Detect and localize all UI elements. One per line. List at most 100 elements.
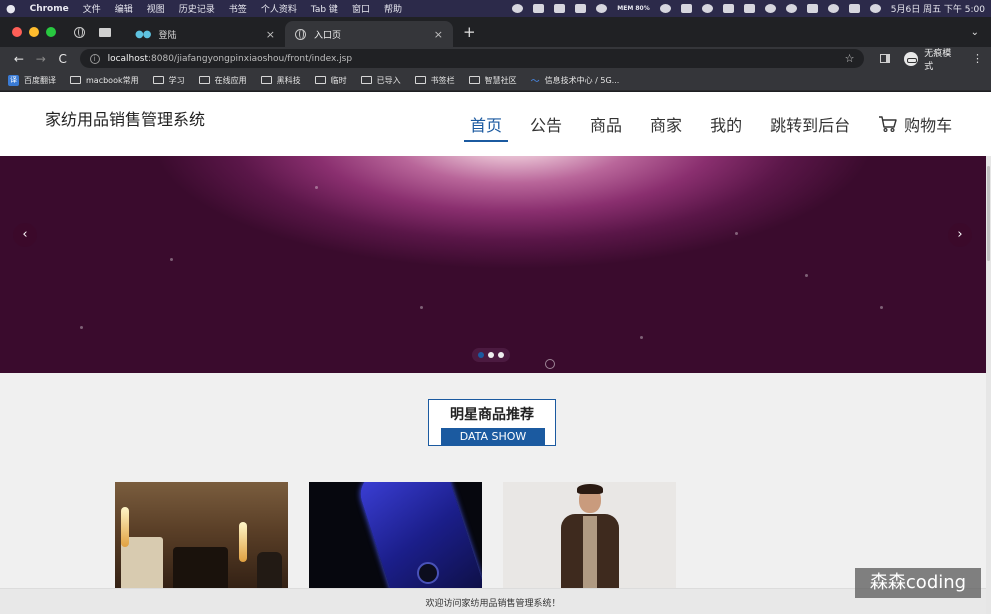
pinned-tab-globe-icon[interactable] <box>74 26 85 38</box>
cart-link[interactable]: 购物车 <box>878 112 952 136</box>
tab-search-chevron-icon[interactable]: ⌄ <box>971 27 979 38</box>
nav-admin[interactable]: 跳转到后台 <box>770 112 850 136</box>
bookmark-it-center[interactable]: 〜信息技术中心 / 5G... <box>531 74 620 87</box>
tab-close-icon[interactable]: × <box>434 28 443 41</box>
five-icon[interactable] <box>806 4 818 13</box>
page-scrollbar[interactable] <box>986 156 991 614</box>
site-header: 家纺用品销售管理系统 首页 公告 商品 商家 我的 跳转到后台 购物车 <box>0 92 991 156</box>
bookmark-imported[interactable]: 已导入 <box>360 75 401 86</box>
bell-icon[interactable] <box>596 4 608 13</box>
bookmark-study[interactable]: 学习 <box>152 75 185 86</box>
apple-icon[interactable]: ● <box>6 2 16 15</box>
menu-edit[interactable]: 编辑 <box>115 2 133 15</box>
bookmark-label: 临时 <box>330 75 347 85</box>
grid-icon[interactable] <box>554 4 566 13</box>
incognito-profile[interactable]: 无痕模式 <box>904 46 960 72</box>
pinned-tab-window-icon[interactable] <box>99 27 111 37</box>
record-icon[interactable] <box>512 4 524 13</box>
siri-icon[interactable] <box>869 4 881 13</box>
bookmark-label: macbook常用 <box>86 75 139 85</box>
nav-merchants[interactable]: 商家 <box>650 112 682 136</box>
carousel-dot-1[interactable] <box>478 352 484 358</box>
carousel-next-button[interactable]: › <box>948 223 972 247</box>
carousel-dot-2[interactable] <box>488 352 494 358</box>
tab-login[interactable]: ●● 登陆 × <box>125 21 285 47</box>
back-button[interactable]: ← <box>8 52 30 66</box>
menu-help[interactable]: 帮助 <box>384 2 402 15</box>
product-card-menswear[interactable] <box>503 482 676 602</box>
footer-welcome: 欢迎访问家纺用品销售管理系统！ <box>0 588 986 614</box>
product-photo-part <box>354 482 482 602</box>
folder-icon <box>152 76 164 84</box>
tab-close-icon[interactable]: × <box>266 28 275 41</box>
incognito-icon <box>904 51 919 66</box>
product-photo-part <box>417 562 439 584</box>
product-photo-part <box>583 516 597 596</box>
carousel-prev-button[interactable]: ‹ <box>13 223 37 247</box>
menu-profiles[interactable]: 个人资料 <box>261 2 297 15</box>
bookmark-baidu-translate[interactable]: 译百度翻译 <box>8 74 56 86</box>
bookmark-label: 百度翻译 <box>24 75 56 85</box>
folder-icon <box>414 76 426 84</box>
star-speck <box>880 306 883 309</box>
link-icon: 〜 <box>530 76 540 87</box>
window-icon[interactable] <box>680 4 692 13</box>
menubar-clock[interactable]: 5月6日 周五 下午 5:00 <box>891 2 985 15</box>
wifi-icon[interactable] <box>764 4 776 13</box>
status-area: MEM 80% 5月6日 周五 下午 5:00 <box>512 2 985 15</box>
bookmark-smart-community[interactable]: 智慧社区 <box>468 75 517 86</box>
product-card-smartphone[interactable] <box>309 482 482 602</box>
nav-announcements[interactable]: 公告 <box>530 112 562 136</box>
zoom-window-button[interactable] <box>46 27 56 37</box>
w-icon[interactable] <box>575 4 587 13</box>
scrollbar-thumb[interactable] <box>987 166 990 261</box>
menu-history[interactable]: 历史记录 <box>179 2 215 15</box>
bookmark-bar-folder[interactable]: 书签栏 <box>414 75 455 86</box>
menu-tab[interactable]: Tab 键 <box>311 2 338 15</box>
product-card-home-decor[interactable] <box>115 482 288 602</box>
minimize-window-button[interactable] <box>29 27 39 37</box>
site-info-icon[interactable]: i <box>89 53 100 64</box>
section-title-en: DATA SHOW <box>441 428 545 445</box>
menu-app-name[interactable]: Chrome <box>30 4 69 14</box>
browser-menu-icon[interactable]: ⋮ <box>972 52 983 65</box>
new-tab-button[interactable]: + <box>463 23 476 41</box>
address-bar[interactable]: i localhost :8080/jiafangyongpinxiaoshou… <box>79 49 865 68</box>
clipboard-icon[interactable] <box>533 4 545 13</box>
nav-mine[interactable]: 我的 <box>710 112 742 136</box>
bubble-decoration <box>545 359 555 369</box>
star-speck <box>735 232 738 235</box>
menu-window[interactable]: 窗口 <box>352 2 370 15</box>
close-window-button[interactable] <box>12 27 22 37</box>
menu-view[interactable]: 视图 <box>147 2 165 15</box>
user-icon[interactable] <box>785 4 797 13</box>
hero-carousel: ‹ › <box>0 156 986 373</box>
bookmark-macbook[interactable]: macbook常用 <box>70 75 139 86</box>
menu-bookmarks[interactable]: 书签 <box>229 2 247 15</box>
pinned-tabs <box>74 26 111 38</box>
side-panel-icon[interactable] <box>880 54 891 63</box>
nav-products[interactable]: 商品 <box>590 112 622 136</box>
folder-icon <box>198 76 210 84</box>
vpn-icon[interactable] <box>659 4 671 13</box>
control-center-icon[interactable] <box>848 4 860 13</box>
forward-button[interactable]: → <box>30 52 52 66</box>
menu-file[interactable]: 文件 <box>83 2 101 15</box>
bookmark-star-icon[interactable]: ☆ <box>845 52 855 65</box>
tab-entry-page[interactable]: 入口页 × <box>285 21 453 47</box>
bookmark-online-apps[interactable]: 在线应用 <box>198 75 247 86</box>
cart-icon <box>879 116 897 133</box>
star-speck <box>170 258 173 261</box>
bluetooth-icon[interactable] <box>722 4 734 13</box>
nav-home[interactable]: 首页 <box>463 112 509 142</box>
bookmark-temp[interactable]: 临时 <box>314 75 347 86</box>
sync-icon[interactable] <box>701 4 713 13</box>
bookmark-tech[interactable]: 黑科技 <box>260 75 301 86</box>
bookmark-label: 学习 <box>168 75 185 85</box>
battery-icon[interactable] <box>743 4 755 13</box>
reload-button[interactable]: C <box>52 52 74 66</box>
site-title: 家纺用品销售管理系统 <box>45 110 206 129</box>
memory-indicator[interactable]: MEM 80% <box>617 5 650 12</box>
carousel-dot-3[interactable] <box>498 352 504 358</box>
spotlight-icon[interactable] <box>827 4 839 13</box>
